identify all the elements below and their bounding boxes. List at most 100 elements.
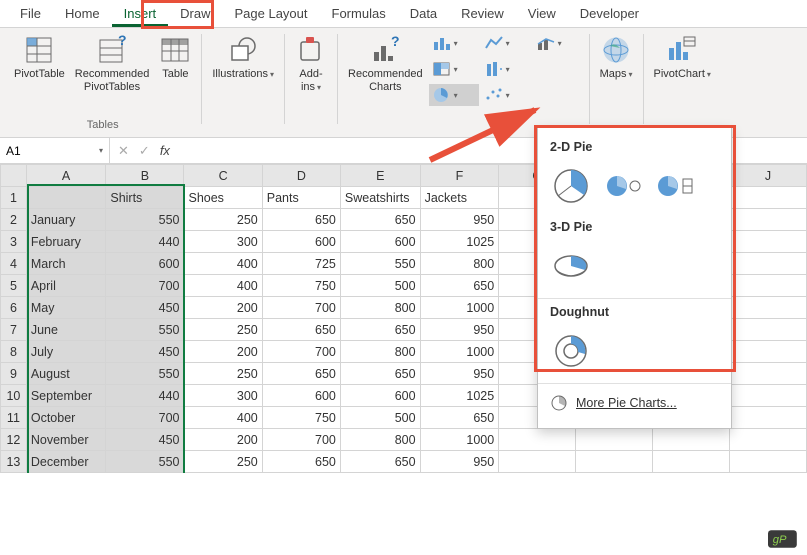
cell[interactable]: 650 <box>340 451 420 473</box>
cell[interactable] <box>730 341 807 363</box>
cell[interactable]: 250 <box>184 319 262 341</box>
col-header[interactable]: E <box>340 165 420 187</box>
row-header[interactable]: 3 <box>1 231 27 253</box>
cell[interactable]: 725 <box>262 253 340 275</box>
col-header[interactable]: C <box>184 165 262 187</box>
cell[interactable] <box>576 451 653 473</box>
scatter-chart-button[interactable]: ▾ <box>481 84 531 106</box>
row-header[interactable]: 1 <box>1 187 27 209</box>
recommended-pivottables-button[interactable]: ? Recommended PivotTables <box>71 32 154 95</box>
row-header[interactable]: 5 <box>1 275 27 297</box>
cell[interactable]: 450 <box>106 429 184 451</box>
name-box-input[interactable] <box>6 144 76 158</box>
col-header[interactable]: F <box>420 165 499 187</box>
cell[interactable]: January <box>26 209 106 231</box>
cell[interactable]: Jackets <box>420 187 499 209</box>
cell[interactable] <box>576 429 653 451</box>
col-header[interactable]: A <box>26 165 106 187</box>
hierarchy-chart-button[interactable]: ▾ <box>429 58 479 80</box>
cell[interactable]: 1000 <box>420 341 499 363</box>
cell[interactable]: October <box>26 407 106 429</box>
tab-page-layout[interactable]: Page Layout <box>223 2 320 27</box>
line-chart-button[interactable]: ▾ <box>481 32 531 54</box>
cell[interactable]: 1025 <box>420 231 499 253</box>
row-header[interactable]: 8 <box>1 341 27 363</box>
row-header[interactable]: 2 <box>1 209 27 231</box>
column-chart-button[interactable]: ▾ <box>429 32 479 54</box>
cell[interactable]: 440 <box>106 385 184 407</box>
pie-option-bar-of-pie[interactable] <box>654 166 696 206</box>
tab-draw[interactable]: Draw <box>168 2 222 27</box>
tab-developer[interactable]: Developer <box>568 2 651 27</box>
col-header[interactable]: J <box>730 165 807 187</box>
cell[interactable] <box>730 253 807 275</box>
row-header[interactable]: 10 <box>1 385 27 407</box>
cell[interactable]: September <box>26 385 106 407</box>
name-box[interactable]: ▾ <box>0 138 110 163</box>
row-header[interactable]: 6 <box>1 297 27 319</box>
pie-option-2d[interactable] <box>550 166 592 206</box>
cell[interactable]: 700 <box>262 429 340 451</box>
cell[interactable]: 800 <box>340 429 420 451</box>
cell[interactable]: December <box>26 451 106 473</box>
cell[interactable]: 700 <box>106 275 184 297</box>
cell[interactable]: 600 <box>262 385 340 407</box>
cell[interactable] <box>499 429 576 451</box>
cell[interactable]: 600 <box>106 253 184 275</box>
cell[interactable]: 800 <box>340 341 420 363</box>
pie-option-exploded[interactable] <box>602 166 644 206</box>
cell[interactable]: 750 <box>262 407 340 429</box>
cell[interactable]: 950 <box>420 209 499 231</box>
cell[interactable]: March <box>26 253 106 275</box>
cell[interactable]: May <box>26 297 106 319</box>
cell[interactable] <box>730 363 807 385</box>
cell[interactable] <box>26 187 106 209</box>
cell[interactable]: 650 <box>262 209 340 231</box>
cell[interactable]: 200 <box>184 297 262 319</box>
illustrations-button[interactable]: Illustrations▾ <box>208 32 278 83</box>
select-all-corner[interactable] <box>1 165 27 187</box>
maps-button[interactable]: Maps▾ <box>596 32 637 83</box>
cell[interactable]: 250 <box>184 209 262 231</box>
cell[interactable]: 750 <box>262 275 340 297</box>
cell[interactable]: 700 <box>262 297 340 319</box>
cell[interactable]: 950 <box>420 319 499 341</box>
cell[interactable]: 650 <box>420 275 499 297</box>
col-header[interactable]: D <box>262 165 340 187</box>
enter-formula-icon[interactable]: ✓ <box>139 143 150 159</box>
cell[interactable]: 650 <box>340 363 420 385</box>
cell[interactable]: 500 <box>340 407 420 429</box>
cell[interactable]: 600 <box>262 231 340 253</box>
row-header[interactable]: 9 <box>1 363 27 385</box>
row-header[interactable]: 7 <box>1 319 27 341</box>
row-header[interactable]: 12 <box>1 429 27 451</box>
cell[interactable]: Shoes <box>184 187 262 209</box>
cell[interactable]: April <box>26 275 106 297</box>
tab-home[interactable]: Home <box>53 2 112 27</box>
cell[interactable]: 400 <box>184 407 262 429</box>
cell[interactable]: 650 <box>420 407 499 429</box>
table-button[interactable]: Table <box>155 32 195 83</box>
tab-view[interactable]: View <box>516 2 568 27</box>
doughnut-option[interactable] <box>550 331 592 371</box>
cell[interactable]: November <box>26 429 106 451</box>
cell[interactable]: 650 <box>262 363 340 385</box>
tab-file[interactable]: File <box>8 2 53 27</box>
cell[interactable] <box>653 451 730 473</box>
chevron-down-icon[interactable]: ▾ <box>99 146 103 155</box>
statistic-chart-button[interactable]: ▾ <box>481 58 531 80</box>
cell[interactable]: August <box>26 363 106 385</box>
cell[interactable]: 600 <box>340 385 420 407</box>
cell[interactable]: 300 <box>184 231 262 253</box>
cell[interactable]: 400 <box>184 275 262 297</box>
combo-chart-button[interactable]: ▾ <box>533 32 583 54</box>
cell[interactable] <box>653 429 730 451</box>
cell[interactable]: 650 <box>340 319 420 341</box>
cell[interactable]: 450 <box>106 341 184 363</box>
cell[interactable]: 1000 <box>420 297 499 319</box>
cell[interactable]: 500 <box>340 275 420 297</box>
cell[interactable] <box>730 187 807 209</box>
tab-insert[interactable]: Insert <box>112 2 169 27</box>
cell[interactable]: 300 <box>184 385 262 407</box>
addins-button[interactable]: Add- ins▾ <box>291 32 331 95</box>
